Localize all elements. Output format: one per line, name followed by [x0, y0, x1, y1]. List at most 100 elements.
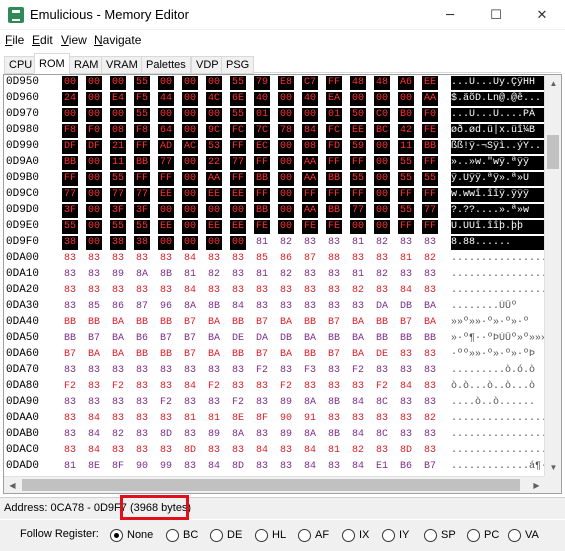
hex-byte[interactable]: FE: [254, 220, 270, 234]
hex-byte[interactable]: 55: [134, 108, 150, 122]
hex-byte[interactable]: 83: [302, 300, 318, 314]
hex-byte[interactable]: 50: [350, 108, 366, 122]
hex-byte[interactable]: AD: [158, 140, 174, 154]
hex-row[interactable]: 0DAB0 83 84 82 83 8D 83 89 8A 83 89 8A 8B 84 8C 83 83...…: [4, 427, 545, 443]
ascii-column[interactable]: ...U...Uy.ÇÿHH: [451, 76, 545, 90]
hex-byte[interactable]: FF: [422, 188, 438, 202]
tab-palettes[interactable]: Palettes: [141, 56, 191, 74]
ascii-column[interactable]: ...U...U....PÀ: [451, 108, 545, 122]
hex-byte[interactable]: FF: [350, 188, 366, 202]
hex-byte[interactable]: BA: [206, 348, 222, 362]
hex-byte[interactable]: 8D: [158, 428, 174, 442]
hex-byte[interactable]: 83: [278, 444, 294, 458]
hex-byte[interactable]: BB: [302, 316, 318, 330]
hex-byte[interactable]: 00: [86, 108, 102, 122]
hex-byte[interactable]: BB: [254, 172, 270, 186]
hex-byte[interactable]: 87: [134, 300, 150, 314]
hex-byte[interactable]: FC: [230, 124, 246, 138]
ascii-column[interactable]: øð.ød.ü|x.üî¼B: [451, 124, 545, 138]
hex-byte[interactable]: 00: [86, 220, 102, 234]
hex-byte[interactable]: 82: [206, 268, 222, 282]
hex-byte[interactable]: B7: [62, 348, 78, 362]
hex-byte[interactable]: 81: [182, 268, 198, 282]
hex-byte[interactable]: 48: [374, 76, 390, 90]
hex-byte[interactable]: 83: [374, 284, 390, 298]
hex-byte[interactable]: BB: [62, 316, 78, 330]
hex-byte[interactable]: 8A: [230, 428, 246, 442]
hex-byte[interactable]: DA: [254, 332, 270, 346]
hex-byte[interactable]: 84: [86, 412, 102, 426]
hex-byte[interactable]: 83: [326, 300, 342, 314]
hex-byte[interactable]: 89: [110, 268, 126, 282]
hex-byte[interactable]: 83: [254, 284, 270, 298]
hex-byte[interactable]: 81: [326, 444, 342, 458]
hex-byte[interactable]: 89: [278, 428, 294, 442]
hex-byte[interactable]: 8A: [134, 268, 150, 282]
ascii-column[interactable]: ßß!ÿ-¬Sÿì..ýY..: [451, 140, 545, 154]
hex-byte[interactable]: 83: [326, 412, 342, 426]
hex-byte[interactable]: 83: [134, 380, 150, 394]
hex-byte[interactable]: 82: [350, 284, 366, 298]
tab-psg[interactable]: PSG: [221, 56, 255, 74]
hex-row[interactable]: 0DA10 83 83 89 8A 8B 81 82 83 81 82 83 83 81 82 83 83...…: [4, 267, 545, 283]
radio-circle-icon[interactable]: [382, 528, 395, 542]
hex-byte[interactable]: FF: [254, 156, 270, 170]
hex-byte[interactable]: 83: [158, 284, 174, 298]
hex-byte[interactable]: F2: [254, 364, 270, 378]
hex-byte[interactable]: 83: [398, 236, 414, 250]
hex-byte[interactable]: F5: [134, 92, 150, 106]
hex-byte[interactable]: 44: [158, 92, 174, 106]
hex-row[interactable]: 0D9C0 77 00 77 77 EE 00 EE EE FF 00 FF FF FF 00 FF FF w.w…: [4, 187, 545, 203]
radio-circle-icon[interactable]: [166, 528, 179, 542]
scroll-right-icon[interactable]: ▶: [528, 477, 545, 493]
hex-byte[interactable]: BA: [110, 332, 126, 346]
hex-byte[interactable]: 40: [254, 92, 270, 106]
hex-byte[interactable]: 00: [302, 108, 318, 122]
hex-byte[interactable]: BA: [278, 348, 294, 362]
hex-byte[interactable]: 96: [158, 300, 174, 314]
hex-byte[interactable]: F2: [62, 380, 78, 394]
hex-byte[interactable]: B7: [254, 348, 270, 362]
hex-byte[interactable]: 79: [254, 76, 270, 90]
hex-row[interactable]: 0DAC0 83 84 83 83 83 8D 83 83 84 83 84 81 82 83 8D 83...…: [4, 443, 545, 459]
hex-byte[interactable]: BB: [326, 172, 342, 186]
ascii-column[interactable]: ................: [451, 252, 545, 266]
hex-byte[interactable]: B6: [398, 460, 414, 474]
hex-byte[interactable]: F8: [62, 124, 78, 138]
hex-byte[interactable]: 83: [230, 364, 246, 378]
hex-byte[interactable]: 83: [134, 428, 150, 442]
hex-byte[interactable]: 83: [62, 268, 78, 282]
ascii-column[interactable]: ÿ.Uÿÿ.ªÿ».ª»U: [451, 172, 545, 186]
hex-byte[interactable]: 83: [422, 380, 438, 394]
radio-circle-icon[interactable]: [467, 528, 480, 542]
ascii-column[interactable]: .........ò.ó.ò: [451, 364, 545, 378]
hex-row[interactable]: 0D960 24 00 E4 F5 44 00 4C 6E 40 00 40 EA 00 00 00 AA $.ä…: [4, 91, 545, 107]
hex-byte[interactable]: 83: [134, 364, 150, 378]
hex-byte[interactable]: 7C: [254, 124, 270, 138]
hex-byte[interactable]: 83: [134, 252, 150, 266]
hex-byte[interactable]: FF: [158, 172, 174, 186]
hex-byte[interactable]: 83: [230, 268, 246, 282]
hex-byte[interactable]: 55: [230, 76, 246, 90]
hex-byte[interactable]: 3F: [134, 204, 150, 218]
hex-byte[interactable]: 84: [350, 428, 366, 442]
hex-byte[interactable]: 00: [110, 108, 126, 122]
hex-byte[interactable]: 83: [110, 252, 126, 266]
vertical-scrollbar[interactable]: ▲ ▼: [544, 75, 561, 476]
hscroll-thumb[interactable]: [22, 479, 520, 491]
hex-byte[interactable]: F2: [230, 396, 246, 410]
hex-byte[interactable]: DB: [278, 332, 294, 346]
hex-byte[interactable]: 84: [302, 124, 318, 138]
hex-byte[interactable]: 00: [86, 156, 102, 170]
hex-byte[interactable]: F2: [374, 380, 390, 394]
hex-byte[interactable]: 8A: [182, 300, 198, 314]
hex-byte[interactable]: 90: [134, 460, 150, 474]
hex-byte[interactable]: 55: [398, 156, 414, 170]
hex-byte[interactable]: B7: [422, 460, 438, 474]
hex-row[interactable]: 0D980 F8 F0 08 F8 64 00 9C FC 7C 78 84 FC EE BC 42 FE øð.…: [4, 123, 545, 139]
hex-byte[interactable]: DA: [374, 300, 390, 314]
hex-byte[interactable]: 00: [278, 204, 294, 218]
hex-byte[interactable]: 83: [110, 396, 126, 410]
hex-byte[interactable]: 83: [422, 364, 438, 378]
hex-byte[interactable]: 00: [182, 156, 198, 170]
